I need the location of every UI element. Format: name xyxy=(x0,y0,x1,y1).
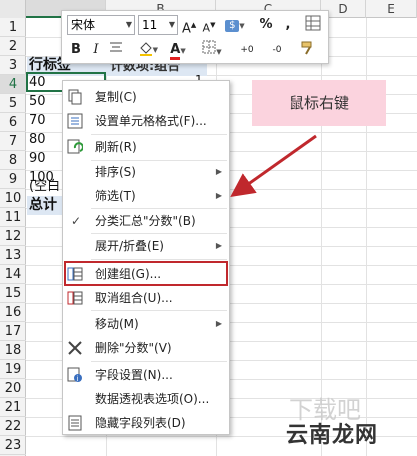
font-name-box[interactable]: 宋体 ▼ xyxy=(67,15,135,35)
field-list-icon xyxy=(68,415,82,431)
table-icon xyxy=(305,15,321,31)
accounting-format-button[interactable]: $ ▼ xyxy=(224,15,246,35)
paint-bucket-icon xyxy=(140,42,152,56)
format-table-button[interactable] xyxy=(304,15,322,35)
menu-item-subtotal[interactable]: ✓ 分类汇总"分数"(B) xyxy=(63,209,229,233)
menu-item-pivot-options[interactable]: 数据透视表选项(O)... xyxy=(63,387,229,411)
submenu-arrow-icon: ▶ xyxy=(215,241,222,250)
currency-icon: $ xyxy=(225,20,240,32)
row-header[interactable]: 10 xyxy=(0,189,26,208)
chevron-down-icon: ▼ xyxy=(168,20,175,29)
mini-toolbar: 宋体 ▼ 11 ▼ A▲ A▼ $ ▼ % , B I ▼ A▼ ▼ +0 -0 xyxy=(61,10,329,64)
submenu-arrow-icon: ▶ xyxy=(215,319,222,328)
row-header[interactable]: 13 xyxy=(0,246,26,265)
paintbrush-icon xyxy=(301,41,312,55)
shrink-font-button[interactable]: A▼ xyxy=(202,15,216,35)
pivot-row-label[interactable]: 80 xyxy=(29,130,46,149)
group-item-highlight-box xyxy=(64,261,228,286)
context-menu: 复制(C) 设置单元格格式(F)... 刷新(R) 排序(S) ▶ 筛选(T) ▶ … xyxy=(62,80,230,435)
format-cells-icon xyxy=(67,113,83,129)
menu-item-expand-collapse[interactable]: 展开/折叠(E) ▶ xyxy=(63,234,229,258)
borders-icon xyxy=(202,40,216,54)
row-header[interactable]: 16 xyxy=(0,303,26,322)
align-center-icon xyxy=(110,42,122,52)
percent-style-button[interactable]: % xyxy=(258,15,274,35)
row-header[interactable]: 15 xyxy=(0,284,26,303)
select-all-corner[interactable] xyxy=(0,0,26,18)
row-header-bar: 1 2 3 4 5 6 7 8 9 10 11 12 13 14 15 16 1… xyxy=(0,18,26,456)
row-header[interactable]: 9 xyxy=(0,170,26,189)
row-header[interactable]: 20 xyxy=(0,379,26,398)
comma-style-button[interactable]: , xyxy=(282,15,294,35)
watermark-text: 云南龙网 xyxy=(286,423,379,448)
svg-text:i: i xyxy=(77,375,79,383)
row-header[interactable]: 7 xyxy=(0,132,26,151)
pivot-row-label[interactable]: 70 xyxy=(29,111,46,130)
bold-button[interactable]: B xyxy=(68,40,84,60)
row-header[interactable]: 4 xyxy=(0,75,26,94)
row-header[interactable]: 11 xyxy=(0,208,26,227)
increase-decimal-button[interactable]: +0 xyxy=(234,40,260,60)
menu-item-field-settings[interactable]: i 字段设置(N)... xyxy=(63,363,229,387)
row-header[interactable]: 12 xyxy=(0,227,26,246)
column-header-e[interactable]: E xyxy=(366,0,417,18)
row-header[interactable]: 19 xyxy=(0,360,26,379)
row-header[interactable]: 3 xyxy=(0,56,26,75)
pivot-row-label[interactable]: 50 xyxy=(29,92,46,111)
row-header[interactable]: 6 xyxy=(0,113,26,132)
pivot-grand-total-label[interactable]: 总计 xyxy=(29,196,57,215)
menu-item-refresh[interactable]: 刷新(R) xyxy=(63,135,229,159)
menu-item-move[interactable]: 移动(M) ▶ xyxy=(63,312,229,336)
fill-color-button[interactable]: ▼ xyxy=(134,40,158,60)
grow-font-button[interactable]: A▲ xyxy=(182,15,196,36)
right-click-callout: 鼠标右键 xyxy=(252,80,386,126)
submenu-arrow-icon: ▶ xyxy=(215,167,222,176)
menu-item-ungroup[interactable]: 取消组合(U)... xyxy=(63,286,229,310)
row-header[interactable]: 8 xyxy=(0,151,26,170)
pivot-row-label[interactable]: 90 xyxy=(29,149,46,168)
menu-item-format-cells[interactable]: 设置单元格格式(F)... xyxy=(63,109,229,133)
menu-item-sort[interactable]: 排序(S) ▶ xyxy=(63,160,229,184)
borders-button[interactable]: ▼ xyxy=(200,40,224,60)
copy-icon xyxy=(68,89,82,105)
menu-item-filter[interactable]: 筛选(T) ▶ xyxy=(63,184,229,208)
row-header[interactable]: 1 xyxy=(0,18,26,37)
align-button[interactable] xyxy=(108,40,124,60)
ungroup-icon xyxy=(67,291,83,305)
menu-item-copy[interactable]: 复制(C) xyxy=(63,85,229,109)
format-painter-button[interactable] xyxy=(298,40,318,60)
row-header[interactable]: 21 xyxy=(0,398,26,417)
row-header[interactable]: 14 xyxy=(0,265,26,284)
menu-item-remove-field[interactable]: 删除"分数"(V) xyxy=(63,336,229,360)
field-settings-icon: i xyxy=(67,367,82,383)
row-header[interactable]: 2 xyxy=(0,37,26,56)
delete-x-icon xyxy=(68,341,82,355)
pivot-row-label[interactable]: (空白 xyxy=(29,177,60,196)
refresh-icon xyxy=(67,139,83,154)
checkmark-icon: ✓ xyxy=(71,214,82,228)
row-header[interactable]: 17 xyxy=(0,322,26,341)
submenu-arrow-icon: ▶ xyxy=(215,191,222,200)
font-color-button[interactable]: A▼ xyxy=(166,40,190,60)
row-header[interactable]: 22 xyxy=(0,417,26,436)
font-size-box[interactable]: 11 ▼ xyxy=(138,15,178,35)
row-header[interactable]: 18 xyxy=(0,341,26,360)
italic-button[interactable]: I xyxy=(88,40,104,60)
chevron-down-icon: ▼ xyxy=(125,20,132,29)
menu-item-hide-field-list[interactable]: 隐藏字段列表(D) xyxy=(63,411,229,435)
row-header[interactable]: 23 xyxy=(0,436,26,455)
decrease-decimal-button[interactable]: -0 xyxy=(264,40,290,60)
row-header[interactable]: 5 xyxy=(0,94,26,113)
